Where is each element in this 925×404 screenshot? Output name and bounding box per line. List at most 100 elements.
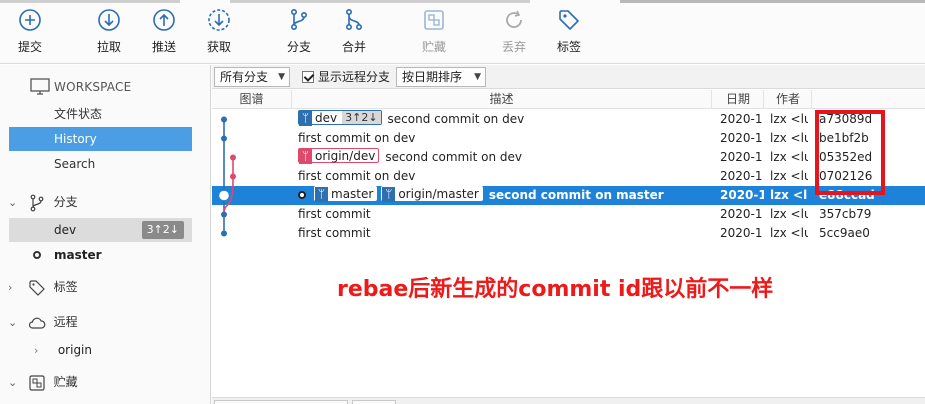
sidebar-group-branches-label: 分支	[53, 195, 78, 209]
tag-button[interactable]: 标签	[539, 8, 599, 60]
sidebar-item-search[interactable]: Search	[0, 152, 211, 176]
branch-icon: ᛘ	[315, 187, 328, 202]
sidebar-item-file-status[interactable]: 文件状态	[0, 102, 211, 126]
commit-date: 2020-1	[720, 131, 763, 145]
fetch-button[interactable]: 获取	[189, 8, 249, 60]
fetch-icon	[208, 9, 230, 31]
sidebar-group-stashes[interactable]: ⌄ 贮藏	[0, 370, 211, 394]
bottom-tab[interactable]	[214, 400, 348, 404]
stash-button[interactable]: 贮藏	[404, 8, 464, 60]
commit-message: second commit on master	[488, 188, 664, 202]
branch-button[interactable]: 分支	[269, 8, 329, 60]
stash-icon	[424, 10, 444, 30]
commit-description: first commit	[298, 205, 712, 224]
chevron-down-icon: ⌄	[8, 316, 18, 329]
sidebar-branch-dev[interactable]: dev 3↑2↓	[9, 218, 192, 242]
branch-label-text: origin/dev	[315, 149, 376, 163]
branch-label-text: dev	[315, 111, 338, 125]
tag-icon	[559, 10, 579, 30]
sidebar-remote-origin[interactable]: › origin	[0, 338, 211, 362]
branch-label[interactable]: ᛘ origin/dev	[298, 148, 380, 164]
highlight-box	[815, 110, 885, 195]
window-tab-strip	[0, 0, 925, 3]
sidebar-group-tags[interactable]: › 标签	[0, 275, 211, 299]
push-button[interactable]: 推送	[134, 8, 194, 60]
commit-author: lzx <lu	[770, 112, 808, 126]
col-date[interactable]: 日期	[712, 90, 764, 109]
chevron-down-icon: ⌄	[8, 376, 18, 389]
branch-label[interactable]: ᛘ dev 3↑2↓	[298, 110, 382, 126]
commit-message: second commit on dev	[387, 112, 525, 126]
branch-icon	[291, 8, 308, 30]
sourcetree-window: 提交 拉取 推送 获取 分支 合并 贮藏 丢弃 标签 WORKSPACE 文件状…	[0, 0, 925, 404]
commit-message: first commit on dev	[298, 169, 416, 183]
stash-button-label: 贮藏	[421, 40, 446, 54]
sidebar-item-history[interactable]: History	[9, 127, 192, 151]
workspace-header: WORKSPACE	[0, 73, 211, 101]
commit-description: ᛘ master ᛘ origin/master second commit on ma…	[298, 186, 712, 205]
commit-message: first commit	[298, 207, 371, 221]
commit-author: lzx <lu	[770, 188, 808, 202]
commit-node	[221, 230, 227, 237]
sidebar-group-branches[interactable]: ⌄ 分支	[0, 190, 211, 214]
branch-button-label: 分支	[286, 40, 311, 54]
branch-icon: ᛘ	[299, 149, 312, 164]
discard-button[interactable]: 丢弃	[484, 8, 544, 60]
checkbox-checked-icon	[302, 71, 314, 83]
commit-author: lzx <lu	[770, 131, 808, 145]
commit-node	[221, 211, 227, 218]
show-remote-checkbox[interactable]: 显示远程分支	[302, 67, 390, 87]
col-hash[interactable]	[812, 90, 925, 109]
sidebar-group-tags-label: 标签	[53, 280, 78, 294]
tag-button-label: 标签	[556, 40, 581, 54]
branch-name: master	[54, 248, 102, 262]
commit-date: 2020-1	[720, 112, 763, 126]
commit-date: 2020-1	[720, 207, 763, 221]
sort-value: 按日期排序	[402, 70, 463, 84]
chevron-down-icon: ▼	[474, 72, 481, 82]
col-description[interactable]: 描述	[292, 90, 712, 109]
sort-dropdown[interactable]: 按日期排序 ▼	[396, 67, 486, 87]
current-branch-icon	[33, 251, 41, 259]
commit-description: ᛘ dev 3↑2↓ second commit on dev	[298, 110, 712, 129]
commit-date: 2020-1	[720, 150, 763, 164]
branch-label-text: origin/master	[398, 187, 479, 201]
merge-icon	[346, 8, 363, 30]
branch-label[interactable]: ᛘ master	[314, 186, 378, 202]
sidebar-branch-master[interactable]: master	[0, 243, 211, 267]
commit-description: ᛘ origin/dev second commit on dev	[298, 148, 712, 167]
col-author[interactable]: 作者	[764, 90, 812, 109]
bottom-panel-edge	[212, 397, 925, 404]
commit-node	[230, 173, 236, 180]
commit-author: lzx <lu	[770, 150, 808, 164]
branch-filter-dropdown[interactable]: 所有分支 ▼	[214, 67, 290, 87]
merge-button[interactable]: 合并	[324, 8, 384, 60]
commit-row[interactable]: first commit 2020-1 lzx <lu 357cb79	[212, 205, 925, 224]
chevron-right-icon: ›	[8, 281, 13, 294]
sidebar: WORKSPACE 文件状态 History Search ⌄ 分支 dev 3…	[0, 65, 211, 404]
commit-button[interactable]: 提交	[0, 8, 60, 60]
commit-date: 2020-1	[720, 188, 764, 202]
head-indicator-icon	[298, 191, 306, 199]
merge-button-label: 合并	[341, 40, 366, 54]
workspace-title: WORKSPACE	[54, 80, 132, 94]
commit-message: second commit on dev	[385, 150, 522, 164]
bottom-tab[interactable]	[352, 400, 396, 404]
sidebar-group-stashes-label: 贮藏	[53, 375, 78, 389]
col-graph[interactable]: 图谱	[212, 90, 292, 109]
ahead-behind-badge: 3↑2↓	[342, 111, 381, 124]
sidebar-group-remotes[interactable]: ⌄ 远程	[0, 310, 211, 334]
branch-label-text: master	[331, 187, 374, 201]
pull-button[interactable]: 拉取	[79, 8, 139, 60]
branch-label[interactable]: ᛘ origin/master	[381, 186, 483, 202]
tag-icon	[29, 279, 45, 296]
branch-icon	[30, 194, 44, 211]
chevron-down-icon: ▼	[278, 72, 285, 82]
show-remote-label: 显示远程分支	[318, 70, 391, 84]
monitor-icon	[30, 78, 50, 95]
commit-row[interactable]: first commit 2020-1 lzx <lu 5cc9ae0	[212, 224, 925, 243]
head-commit-node	[219, 190, 229, 201]
commit-node	[230, 154, 236, 161]
commit-message: first commit on dev	[298, 131, 416, 145]
sidebar-group-remotes-label: 远程	[53, 315, 78, 329]
